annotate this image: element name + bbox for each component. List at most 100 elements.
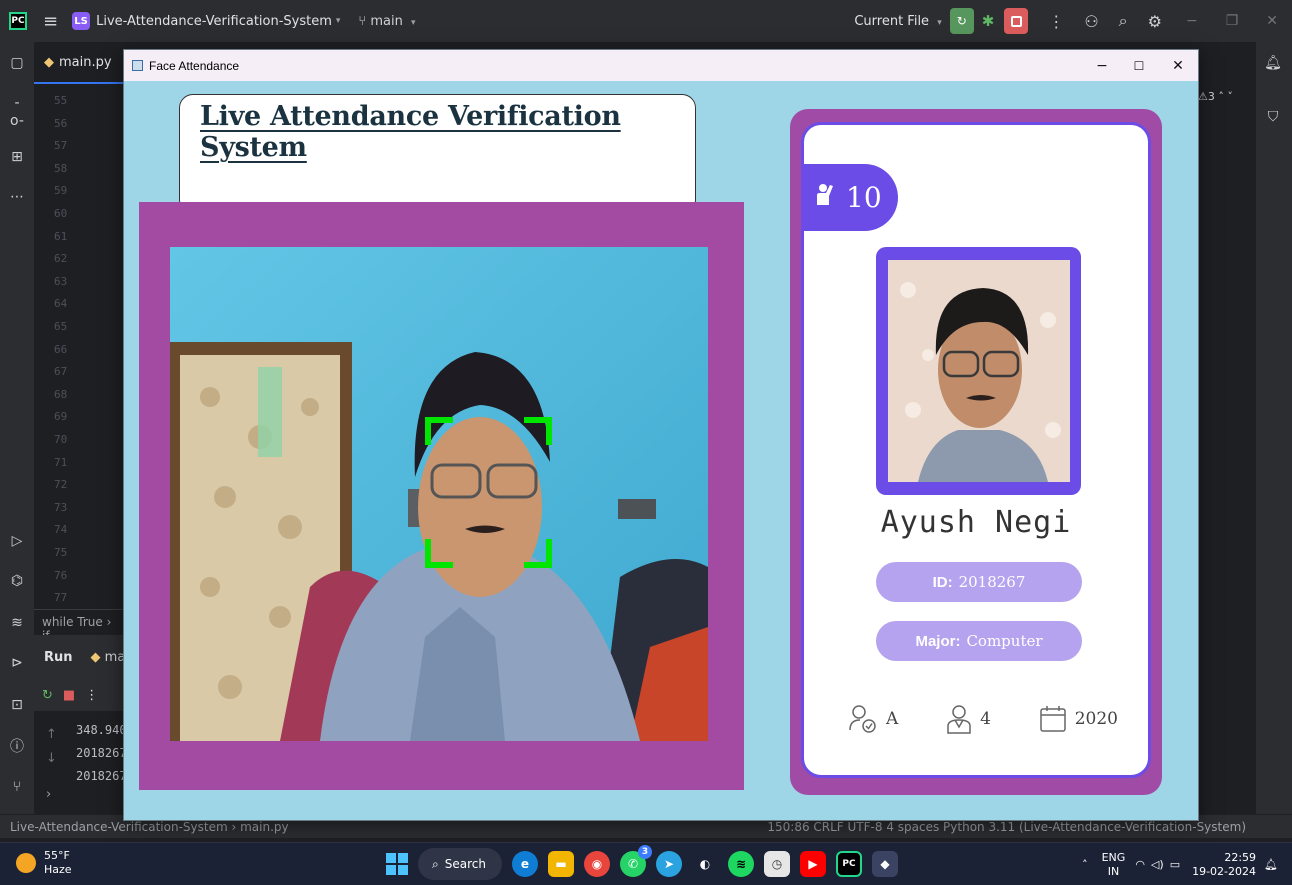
minimize-icon[interactable]: − [1186,13,1198,29]
whatsapp-icon[interactable]: ✆ 3 [620,845,652,877]
major-label: Major: [915,632,961,650]
wifi-icon[interactable]: ◠ [1135,858,1145,871]
clock[interactable]: 22:59 19-02-2024 [1192,851,1256,879]
breadcrumb[interactable]: while True › if [34,609,126,643]
more-icon[interactable]: ⋮ [85,688,98,703]
heading-panel: Live Attendance Verification System [179,94,696,214]
temperature: 55°F [44,849,70,862]
pycharm-icon[interactable]: PC [836,851,862,877]
stop-button[interactable] [1004,8,1029,34]
window-title: Face Attendance [149,58,240,73]
editor-tab-main[interactable]: ◆ main.py [34,42,126,84]
volume-icon[interactable]: ◁) [1151,858,1164,871]
run-config-selector[interactable]: Current File ▾ [854,14,941,29]
git-icon[interactable]: ⑂ [8,778,26,796]
project-badge[interactable]: LS [72,12,91,30]
run-toolbar: ↻ ■ ⋮ [34,679,126,711]
branch-selector[interactable]: ⑂ main ▾ [358,14,415,29]
problems-icon[interactable]: ⓘ [8,738,26,756]
line-number: 72 [54,478,68,492]
more-icon[interactable]: ⋮ [1048,12,1064,31]
student-stats: A 4 2020 [848,699,1118,739]
line-number: 74 [54,523,68,537]
line-number: 69 [54,410,68,424]
pycharm-logo-icon: PC [9,12,27,30]
window-title-bar: Face Attendance − ☐ ✕ [124,50,1198,81]
notifications-icon[interactable]: 🔔︎ [1264,54,1282,72]
shield-icon[interactable]: ⛉ [1264,108,1282,126]
window-close-button[interactable]: ✕ [1158,54,1198,78]
folder-icon[interactable]: ▢ [8,54,26,72]
status-path[interactable]: Live-Attendance-Verification-System › ma… [10,820,289,834]
line-number: 70 [54,433,68,446]
stop-icon[interactable]: ■ [63,688,75,703]
editor-tab-label: main.py [59,54,112,70]
search-label: Search [444,857,486,871]
student-photo [888,260,1070,482]
taskbar-search[interactable]: ⌕ Search [418,848,502,880]
terminal-icon[interactable]: ⊡ [8,696,26,714]
edge-icon[interactable]: e [512,851,538,877]
warning-count[interactable]: ⚠3 ˄ ˅ [1198,90,1233,103]
chevron-down-icon[interactable]: ▾ [336,16,341,26]
main-menu-icon[interactable]: ≡ [43,11,58,32]
window-minimize-button[interactable]: − [1082,54,1122,78]
rerun-icon[interactable]: ↻ [42,688,53,703]
id-label: ID: [932,573,953,591]
structure-icon[interactable]: ⊞ [8,148,26,166]
app-heading: Live Attendance Verification System [200,101,621,163]
expand-icon[interactable]: › [46,787,51,802]
gear-icon[interactable]: ⚙ [1148,12,1162,31]
youtube-icon[interactable]: ▶ [800,851,826,877]
line-number: 59 [54,184,68,198]
start-button[interactable] [386,853,408,875]
close-icon[interactable]: ✕ [1266,13,1278,29]
chevron-down-icon: ▾ [410,17,416,28]
python-file-icon: ◆ [90,649,101,665]
status-details[interactable]: 150:86 CRLF UTF-8 4 spaces Python 3.11 (… [767,820,1246,834]
language-indicator[interactable]: ENG IN [1102,851,1126,879]
student-major-pill: Major: Computer [876,621,1082,661]
clock-app-icon[interactable]: ◷ [764,851,790,877]
console-line: 348.940 [76,723,127,737]
add-user-icon[interactable]: ⚇ [1084,12,1098,31]
webcam-image [170,247,708,741]
restore-icon[interactable]: ❐ [1226,13,1239,29]
standing-stat: A [848,704,898,734]
search-icon[interactable]: ⌕ [1119,11,1128,31]
spotify-icon[interactable]: ≋ [728,851,754,877]
face-attendance-window: Face Attendance − ☐ ✕ Live Attendance Ve… [123,49,1199,821]
telegram-icon[interactable]: ➤ [656,851,682,877]
more-tools-icon[interactable]: ⋯ [8,188,26,206]
python-console-icon[interactable]: ⌬ [8,572,26,590]
layers-icon[interactable]: ≋ [8,614,26,632]
calendar-icon [1039,706,1066,732]
python-app-icon[interactable]: ◆ [872,851,898,877]
chrome-icon[interactable]: ◉ [584,851,610,877]
windows-taskbar: 55°F Haze ⌕ Search e ▬ ◉ ✆ 3 ➤ ◐ ≋ ◷ ▶ PC ◆… [0,842,1292,885]
window-maximize-button[interactable]: ☐ [1119,54,1159,78]
rerun-button[interactable]: ↻ [949,8,974,34]
run-tab[interactable]: ◆ ma [91,650,126,665]
line-number: 77 [54,591,68,605]
services-icon[interactable]: ⊳ [8,654,26,672]
scroll-up-icon[interactable]: ↑ [46,727,57,742]
github-icon[interactable]: ◐ [692,851,718,877]
weather-widget[interactable]: 55°F Haze [16,849,72,877]
lang-top: ENG [1101,850,1126,864]
scroll-down-icon[interactable]: ↓ [46,751,57,766]
notification-bell-icon[interactable]: 🔔︎ [1264,858,1278,871]
attendance-count: 10 [846,181,882,214]
commit-icon[interactable]: -o- [8,94,26,129]
battery-icon[interactable]: ▭ [1170,858,1180,871]
project-selector[interactable]: Live-Attendance-Verification-System [96,14,332,29]
run-tool-icon[interactable]: ▷ [8,532,26,550]
line-number: 62 [54,252,68,266]
chevron-up-icon[interactable]: ˄ [1082,858,1088,871]
line-number: 60 [54,207,68,220]
line-number: 55 [54,94,68,107]
file-explorer-icon[interactable]: ▬ [548,851,574,877]
debug-icon[interactable]: ✱ [982,12,995,30]
id-value: 2018267 [958,573,1026,591]
run-config-label: Current File [854,13,930,29]
